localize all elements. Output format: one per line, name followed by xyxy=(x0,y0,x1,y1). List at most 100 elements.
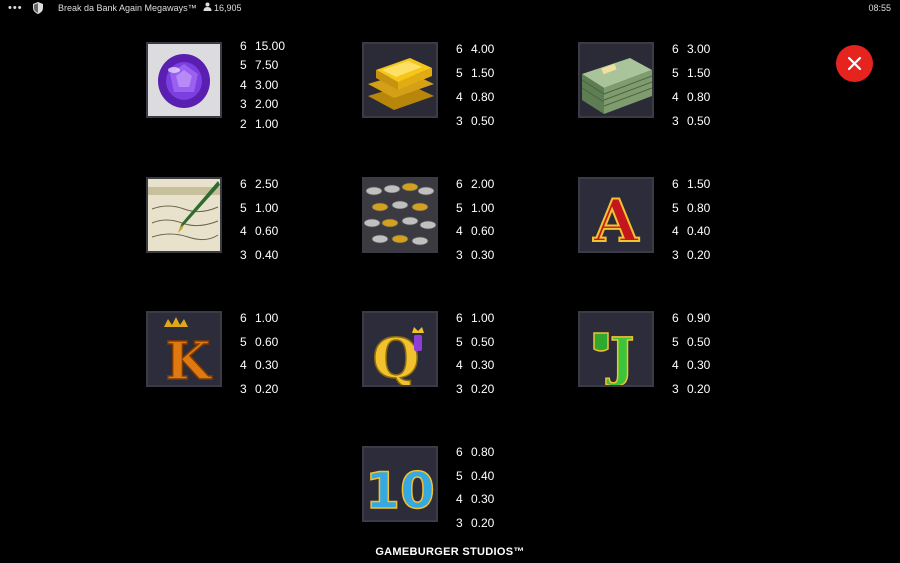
pay-value: 3.00 xyxy=(687,42,711,56)
pay-value: 0.40 xyxy=(471,469,495,483)
pay-count: 5 xyxy=(672,335,679,349)
cheque-pen-icon xyxy=(148,179,220,251)
pay-count: 4 xyxy=(672,90,679,104)
pay-count: 6 xyxy=(456,177,463,191)
pay-count: 3 xyxy=(456,114,463,128)
pay-count: 5 xyxy=(456,201,463,215)
clock: 08:55 xyxy=(868,3,891,13)
pay-value: 0.40 xyxy=(255,248,279,262)
pay-count: 6 xyxy=(672,42,679,56)
game-title: Break da Bank Again Megaways™ xyxy=(58,3,197,13)
symbol-letter-a: A xyxy=(578,177,654,253)
pay-count: 5 xyxy=(240,58,247,72)
players-icon xyxy=(203,2,212,11)
pay-count: 3 xyxy=(240,382,247,396)
pay-value: 0.80 xyxy=(471,445,495,459)
close-icon xyxy=(847,56,862,71)
pay-value: 0.20 xyxy=(687,248,711,262)
shield-icon xyxy=(593,332,609,352)
pay-count: 4 xyxy=(240,358,247,372)
pay-count: 5 xyxy=(456,335,463,349)
pay-value: 1.00 xyxy=(255,201,279,215)
symbol-letter-k: K xyxy=(146,311,222,387)
pay-value: 0.30 xyxy=(471,492,495,506)
pay-count: 3 xyxy=(672,114,679,128)
pay-value: 15.00 xyxy=(255,39,286,53)
pay-value: 0.30 xyxy=(255,358,279,372)
symbol-letter-j: J xyxy=(578,311,654,387)
pay-value: 0.20 xyxy=(687,382,711,396)
pay-value: 1.00 xyxy=(255,117,279,131)
pay-value: 2.00 xyxy=(255,97,279,111)
pay-count: 4 xyxy=(240,224,247,238)
pay-count: 6 xyxy=(672,311,679,325)
pay-value: 1.00 xyxy=(255,311,279,325)
pay-count: 3 xyxy=(240,97,247,111)
pay-value: 0.20 xyxy=(471,516,495,530)
letter-j-icon: J xyxy=(580,313,652,385)
pay-value: 4.00 xyxy=(471,42,495,56)
symbol-cash-stack xyxy=(578,42,654,118)
pay-value: 7.50 xyxy=(255,58,279,72)
svg-text:J: J xyxy=(606,327,635,385)
pay-count: 6 xyxy=(240,311,247,325)
pay-count: 6 xyxy=(456,311,463,325)
number-10-icon: 10 xyxy=(364,448,436,520)
pay-count: 3 xyxy=(672,382,679,396)
symbol-amethyst xyxy=(146,42,222,118)
symbol-number-10: 10 xyxy=(362,446,438,522)
svg-text:Q: Q xyxy=(372,326,419,385)
pay-count: 5 xyxy=(672,66,679,80)
pay-value: 0.80 xyxy=(687,201,711,215)
pay-count: 6 xyxy=(240,177,247,191)
gem-icon xyxy=(414,335,422,351)
pay-value: 0.30 xyxy=(471,248,495,262)
pay-value: 0.20 xyxy=(255,382,279,396)
pay-value: 0.30 xyxy=(471,358,495,372)
close-button[interactable] xyxy=(836,45,873,82)
gold-bars-icon xyxy=(364,44,436,116)
pay-count: 3 xyxy=(456,516,463,530)
symbol-cheque-pen xyxy=(146,177,222,253)
studio-footer: GAMEBURGER STUDIOS™ xyxy=(375,546,525,558)
letter-k-icon: K xyxy=(148,313,220,385)
pay-value: 1.00 xyxy=(471,311,495,325)
letter-a-icon: A xyxy=(580,179,652,251)
pay-value: 0.60 xyxy=(255,224,279,238)
pay-value: 0.60 xyxy=(255,335,279,349)
symbol-coins xyxy=(362,177,438,253)
cash-stack-icon xyxy=(580,44,652,116)
pay-count: 5 xyxy=(456,66,463,80)
pay-count: 4 xyxy=(456,492,463,506)
menu-dots-icon[interactable]: ••• xyxy=(8,2,23,14)
pay-value: 0.50 xyxy=(687,335,711,349)
pay-count: 4 xyxy=(672,224,679,238)
pay-count: 4 xyxy=(672,358,679,372)
pay-count: 4 xyxy=(456,90,463,104)
pay-count: 5 xyxy=(240,335,247,349)
pay-value: 0.90 xyxy=(687,311,711,325)
pay-value: 3.00 xyxy=(255,78,279,92)
pay-count: 5 xyxy=(672,201,679,215)
pay-value: 0.40 xyxy=(687,224,711,238)
pay-count: 4 xyxy=(456,224,463,238)
pay-value: 2.50 xyxy=(255,177,279,191)
pay-value: 1.50 xyxy=(687,66,711,80)
shield-icon xyxy=(33,2,43,14)
pay-count: 4 xyxy=(240,78,247,92)
svg-text:10: 10 xyxy=(365,462,435,520)
pay-count: 3 xyxy=(456,248,463,262)
pay-value: 2.00 xyxy=(471,177,495,191)
pay-value: 0.50 xyxy=(471,114,495,128)
pay-value: 1.50 xyxy=(471,66,495,80)
pay-value: 0.20 xyxy=(471,382,495,396)
amethyst-icon xyxy=(148,44,220,116)
pay-value: 1.50 xyxy=(687,177,711,191)
svg-text:K: K xyxy=(165,331,212,385)
pay-value: 0.60 xyxy=(471,224,495,238)
pay-value: 0.80 xyxy=(687,90,711,104)
pay-count: 2 xyxy=(240,117,247,131)
pay-value: 1.00 xyxy=(471,201,495,215)
players-count: 16,905 xyxy=(214,3,242,13)
pay-count: 5 xyxy=(240,201,247,215)
